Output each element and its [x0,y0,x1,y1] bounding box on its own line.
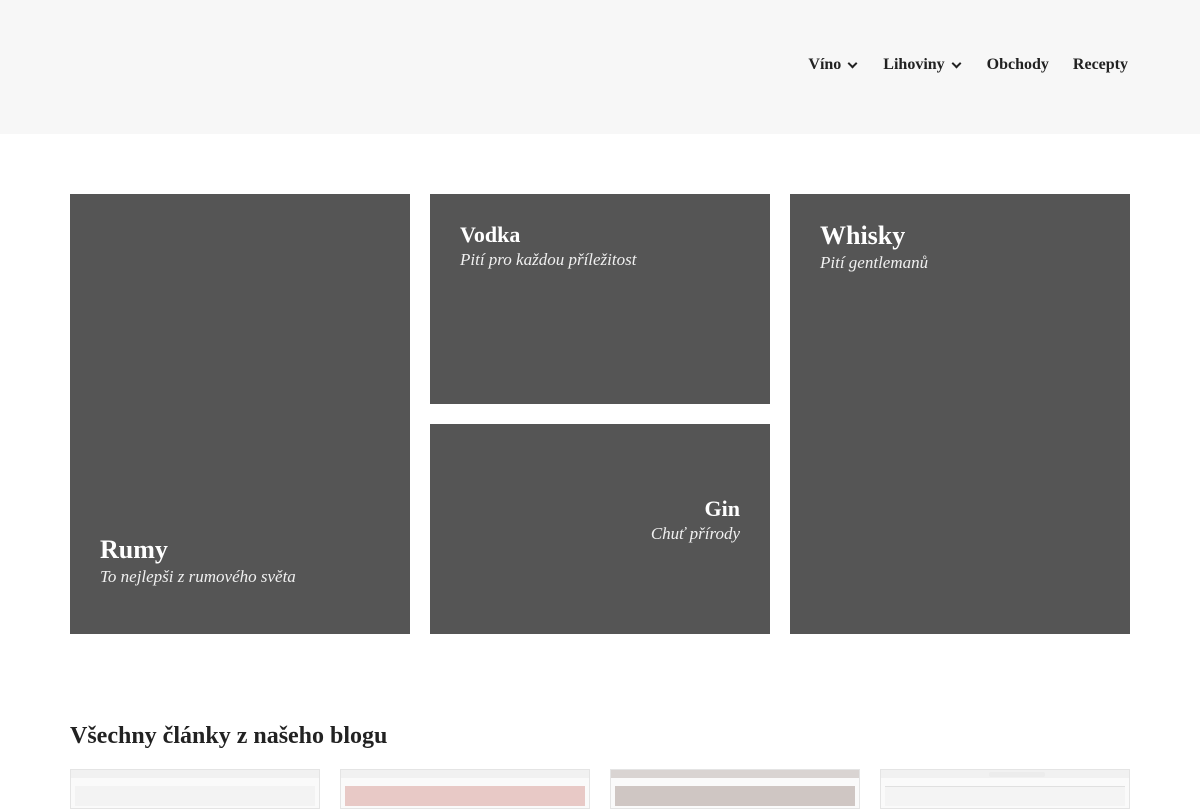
nav-item-label: Lihoviny [883,56,945,73]
nav-item-recepty[interactable]: Recepty [1073,52,1128,78]
tile-content: Gin Chuť přírody [651,496,740,544]
category-tile-vodka[interactable]: Vodka Pití pro každou příležitost [430,194,770,404]
blog-card[interactable] [880,769,1130,809]
blog-card-thumbnail [71,770,319,778]
site-header: Víno Lihoviny Obchody Recepty [0,0,1200,134]
nav-item-obchody[interactable]: Obchody [987,52,1049,78]
tile-content: Vodka Pití pro každou příležitost [460,222,636,270]
blog-card-image [885,786,1125,806]
nav-item-vino[interactable]: Víno [808,52,859,78]
tile-subtitle: Chuť přírody [650,524,740,544]
tile-content: Whisky Pití gentlemanů [820,220,928,273]
tile-content: Rumy To nejlepši z rumového světa [100,534,296,587]
category-tile-rumy[interactable]: Rumy To nejlepši z rumového světa [70,194,410,634]
nav-item-label: Recepty [1072,56,1128,73]
chevron-down-icon [848,52,859,78]
blog-card-thumbnail [341,770,589,778]
blog-card[interactable] [610,769,860,809]
blog-card-thumbnail [611,770,859,778]
nav-item-lihoviny[interactable]: Lihoviny [883,52,962,78]
tile-subtitle: Pití gentlemanů [820,253,929,273]
blog-card-image [345,786,585,806]
blog-section-heading: Všechny články z našeho blogu [70,723,388,749]
blog-card[interactable] [70,769,320,809]
nav-item-label: Obchody [986,56,1049,73]
blog-card-image [615,786,855,806]
tile-subtitle: To nejlepši z rumového světa [100,567,296,587]
blog-card-thumbnail-detail [989,772,1045,777]
category-tile-whisky[interactable]: Whisky Pití gentlemanů [790,194,1130,634]
main-nav: Víno Lihoviny Obchody Recepty [808,52,1128,78]
chevron-down-icon [952,52,963,78]
tile-title: Gin [704,496,740,521]
tile-subtitle: Pití pro každou příležitost [460,250,637,270]
blog-card-image [75,786,315,806]
tile-title: Rumy [100,535,168,564]
category-tile-gin[interactable]: Gin Chuť přírody [430,424,770,634]
nav-item-label: Víno [808,56,842,73]
tile-title: Vodka [460,222,521,247]
blog-card[interactable] [340,769,590,809]
tile-title: Whisky [820,221,906,250]
